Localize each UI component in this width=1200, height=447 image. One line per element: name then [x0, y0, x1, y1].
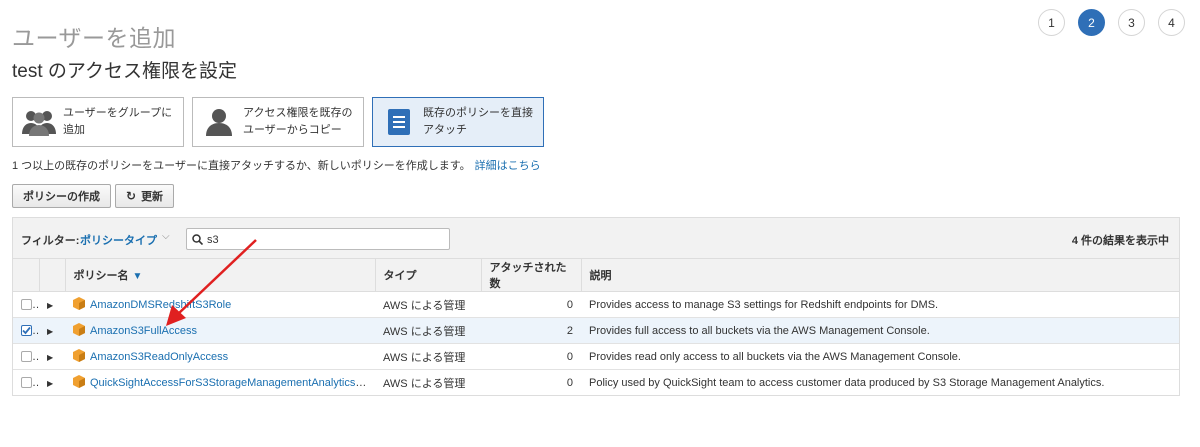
expand-icon[interactable]: ▶ [47, 327, 53, 336]
policy-type: AWS による管理 [375, 343, 481, 370]
policy-description: Provides access to manage S3 settings fo… [581, 291, 1179, 318]
step-1-button[interactable]: 1 [1038, 9, 1065, 36]
policy-name-header[interactable]: ポリシー名 ▼ [65, 259, 376, 292]
user-icon [201, 104, 237, 140]
filter-label: フィルター: [21, 235, 80, 247]
results-count: 4 件の結果を表示中 [1071, 235, 1169, 247]
refresh-icon: ↻ [126, 189, 137, 203]
attached-count: 2 [481, 317, 581, 344]
policy-table-panel: フィルター: ポリシータイプ ⌵ 4 件の結果を表示中 ポリシー名 ▼ タイプ ア… [12, 217, 1180, 396]
policy-type: AWS による管理 [375, 317, 481, 344]
document-icon [381, 104, 417, 140]
table-row[interactable]: ▶ AmazonS3FullAccess AWS による管理 2 Provide… [13, 317, 1179, 344]
create-policy-button[interactable]: ポリシーの作成 [12, 184, 111, 208]
policy-type: AWS による管理 [375, 291, 481, 318]
type-header[interactable]: タイプ [375, 259, 482, 292]
description-header[interactable]: 説明 [581, 259, 1179, 292]
policy-table: ポリシー名 ▼ タイプ アタッチされた数 説明 ▶ AmazonDMSRedshi… [13, 259, 1179, 395]
option-label: 既存のポリシーを直接アタッチ [423, 107, 533, 136]
policy-icon [73, 374, 85, 391]
option-attach-policy[interactable]: 既存のポリシーを直接アタッチ [372, 97, 544, 147]
table-header-row: ポリシー名 ▼ タイプ アタッチされた数 説明 [13, 259, 1179, 292]
step-4-button[interactable]: 4 [1158, 9, 1185, 36]
policy-description: Provides read only access to all buckets… [581, 343, 1179, 370]
option-add-to-group[interactable]: ユーザーをグループに追加 [12, 97, 184, 147]
option-label: ユーザーをグループに追加 [63, 107, 173, 136]
filter-bar: フィルター: ポリシータイプ ⌵ 4 件の結果を表示中 [13, 218, 1179, 259]
table-row[interactable]: ▶ QuickSightAccessForS3StorageManagement… [13, 370, 1179, 396]
group-icon [21, 104, 57, 140]
option-copy-permissions[interactable]: アクセス権限を既存のユーザーからコピー [192, 97, 364, 147]
expand-column-header [39, 259, 66, 292]
policy-icon [73, 348, 85, 365]
row-checkbox[interactable] [21, 299, 32, 311]
section-title: test のアクセス権限を設定 [12, 61, 237, 82]
table-row[interactable]: ▶ AmazonDMSRedshiftS3Role AWS による管理 0 Pr… [13, 291, 1179, 318]
attached-count: 0 [566, 376, 573, 389]
policy-name-link[interactable]: AmazonS3ReadOnlyAccess [90, 350, 228, 362]
policy-name-header-label: ポリシー名 [73, 270, 129, 282]
refresh-label: 更新 [141, 191, 164, 203]
search-input[interactable] [205, 231, 439, 249]
attached-count: 0 [481, 343, 581, 370]
policy-description: Policy used by QuickSight team to access… [589, 376, 1105, 389]
policy-name-link[interactable]: AmazonS3FullAccess [90, 324, 197, 336]
option-label: アクセス権限を既存のユーザーからコピー [243, 107, 353, 136]
row-checkbox[interactable] [21, 325, 32, 337]
table-row[interactable]: ▶ AmazonS3ReadOnlyAccess AWS による管理 0 Pro… [13, 343, 1179, 370]
expand-icon[interactable]: ▶ [47, 379, 53, 388]
policy-type: AWS による管理 [383, 377, 466, 390]
create-policy-label: ポリシーの作成 [23, 191, 100, 203]
toolbar: ポリシーの作成 ↻ 更新 [12, 184, 175, 208]
policy-description: Provides full access to all buckets via … [581, 317, 1179, 344]
search-icon [192, 232, 204, 250]
permission-options: ユーザーをグループに追加 アクセス権限を既存のユーザーからコピー 既存のポリシー… [12, 97, 544, 147]
policy-icon [73, 322, 85, 339]
learn-more-link[interactable]: 詳細はこちら [475, 160, 541, 172]
policy-icon [73, 296, 85, 313]
step-3-button[interactable]: 3 [1118, 9, 1145, 36]
page-title: ユーザーを追加 [12, 25, 177, 52]
expand-icon[interactable]: ▶ [47, 353, 53, 362]
select-column-header [13, 259, 40, 292]
attached-count: 0 [481, 291, 581, 318]
step-indicator: 1 2 3 4 [1038, 9, 1185, 36]
policy-name-link[interactable]: QuickSightAccessForS3StorageManagementAn… [90, 376, 372, 388]
filter-type-dropdown[interactable]: ポリシータイプ [80, 232, 157, 248]
sort-down-icon[interactable]: ▼ [133, 271, 143, 282]
help-text: 1 つ以上の既存のポリシーをユーザーに直接アタッチするか、新しいポリシーを作成し… [12, 157, 541, 173]
chevron-down-icon[interactable]: ⌵ [162, 231, 170, 242]
search-box [186, 228, 450, 250]
row-checkbox[interactable] [21, 377, 32, 389]
step-2-button[interactable]: 2 [1078, 9, 1105, 36]
refresh-button[interactable]: ↻ 更新 [115, 184, 175, 208]
help-description: 1 つ以上の既存のポリシーをユーザーに直接アタッチするか、新しいポリシーを作成し… [12, 160, 471, 172]
attached-count-header[interactable]: アタッチされた数 [481, 259, 582, 292]
policy-name-link[interactable]: AmazonDMSRedshiftS3Role [90, 298, 231, 310]
expand-icon[interactable]: ▶ [47, 301, 53, 310]
row-checkbox[interactable] [21, 351, 32, 363]
